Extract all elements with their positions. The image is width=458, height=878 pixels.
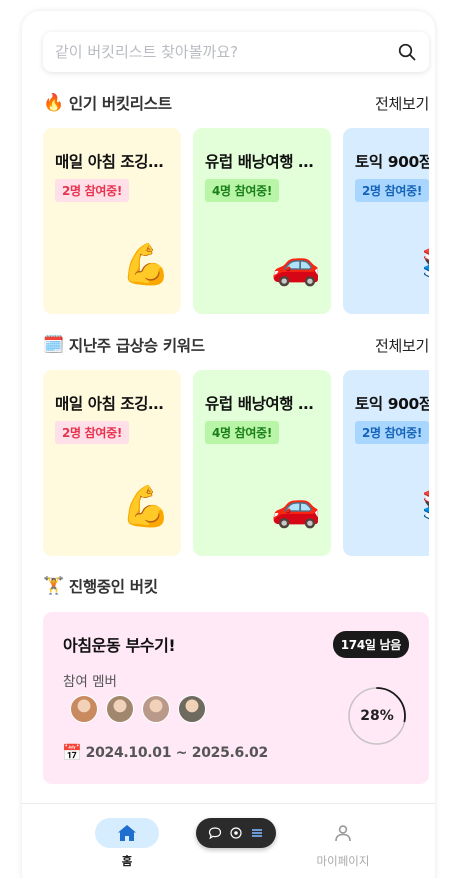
in-progress-title-text: 진행중인 버킷 xyxy=(68,578,158,596)
bucket-card-emoji-icon: 📚 xyxy=(421,241,429,288)
dday-badge: 174일 남음 xyxy=(332,631,409,658)
nav-home-label: 홈 xyxy=(121,854,133,868)
bucket-card-title: 유럽 배낭여행 가기 xyxy=(205,153,319,171)
progress-percent: 28% xyxy=(360,708,394,724)
period-text: 2024.10.01 ~ 2025.6.02 xyxy=(85,744,269,761)
rising-section-header: 🗓️ 지난주 급상승 키워드 전체보기 xyxy=(43,333,429,357)
fire-icon: 🔥 xyxy=(43,93,64,113)
participants-badge: 4명 참여중! xyxy=(205,421,280,444)
member-avatars xyxy=(70,695,206,723)
chat-bubble-icon[interactable] xyxy=(207,825,223,841)
bucket-period: 📅 2024.10.01 ~ 2025.6.02 xyxy=(62,743,268,762)
participants-badge: 4명 참여중! xyxy=(205,179,280,202)
participants-badge: 2명 참여중! xyxy=(55,179,130,202)
eye-comment-icon[interactable] xyxy=(228,825,244,841)
search-icon[interactable] xyxy=(397,42,417,62)
search-bar[interactable] xyxy=(43,32,429,72)
rising-title-text: 지난주 급상승 키워드 xyxy=(68,337,205,355)
participants-badge: 2명 참여중! xyxy=(55,421,130,444)
popular-title-text: 인기 버킷리스트 xyxy=(68,95,172,113)
participants-badge: 2명 참여중! xyxy=(355,421,429,444)
popular-section-header: 🔥 인기 버킷리스트 전체보기 xyxy=(43,91,429,115)
calendar-date-icon: 📅 xyxy=(62,743,82,762)
rising-see-all-link[interactable]: 전체보기 xyxy=(375,335,429,356)
avatar xyxy=(106,695,134,723)
bucket-card-title: 매일 아침 조깅하기 xyxy=(55,395,169,413)
in-progress-bucket-card[interactable]: 아침운동 부수기! 174일 남음 참여 멤버 28% 📅 2024.10.01… xyxy=(43,612,429,784)
popular-see-all-link[interactable]: 전체보기 xyxy=(375,93,429,114)
bucket-card-emoji-icon: 🚗 xyxy=(271,242,321,288)
bucket-card-emoji-icon: 🚗 xyxy=(271,484,321,530)
app-screen: 🔥 인기 버킷리스트 전체보기 매일 아침 조깅하기 2명 참여중! 💪 유럽 배낭여… xyxy=(22,11,435,878)
bucket-card-emoji-icon: 💪 xyxy=(121,242,171,288)
bucket-card-title: 유럽 배낭여행 가기 xyxy=(205,395,319,413)
bucket-card[interactable]: 유럽 배낭여행 가기 4명 참여중! 🚗 xyxy=(193,128,331,314)
nav-mypage-label: 마이페이지 xyxy=(316,854,370,868)
bucket-card-title: 매일 아침 조깅하기 xyxy=(55,153,169,171)
bucket-card-emoji-icon: 💪 xyxy=(121,484,171,530)
person-icon xyxy=(328,818,358,848)
popular-card-list[interactable]: 매일 아침 조깅하기 2명 참여중! 💪 유럽 배낭여행 가기 4명 참여중! 🚗 토익 9… xyxy=(43,128,429,314)
menu-list-icon[interactable] xyxy=(249,825,265,841)
avatar xyxy=(70,695,98,723)
home-icon xyxy=(118,825,136,841)
nav-home[interactable]: 홈 xyxy=(87,818,167,869)
search-input[interactable] xyxy=(55,43,397,61)
bucket-card[interactable]: 유럽 배낭여행 가기 4명 참여중! 🚗 xyxy=(193,370,331,556)
weightlifting-icon: 🏋️ xyxy=(43,576,64,596)
bucket-card[interactable]: 매일 아침 조깅하기 2명 참여중! 💪 xyxy=(43,370,181,556)
participants-badge: 2명 참여중! xyxy=(355,179,429,202)
floating-toolbar[interactable] xyxy=(196,818,276,848)
bucket-card-emoji-icon: 📚 xyxy=(421,483,429,530)
avatar xyxy=(142,695,170,723)
calendar-icon: 🗓️ xyxy=(43,335,64,355)
members-label: 참여 멤버 xyxy=(63,674,117,690)
in-progress-section-title: 🏋️ 진행중인 버킷 xyxy=(43,575,158,597)
bucket-card[interactable]: 토익 900점 2명 참여중! 📚 xyxy=(343,370,429,556)
bucket-card-title: 토익 900점 xyxy=(355,395,429,413)
nav-mypage[interactable]: 마이페이지 xyxy=(303,818,383,869)
bucket-card[interactable]: 매일 아침 조깅하기 2명 참여중! 💪 xyxy=(43,128,181,314)
popular-section-title: 🔥 인기 버킷리스트 xyxy=(43,92,172,114)
home-active-pill[interactable] xyxy=(95,818,159,848)
rising-section-title: 🗓️ 지난주 급상승 키워드 xyxy=(43,334,205,356)
bucket-card[interactable]: 토익 900점 2명 참여중! 📚 xyxy=(343,128,429,314)
rising-card-list[interactable]: 매일 아침 조깅하기 2명 참여중! 💪 유럽 배낭여행 가기 4명 참여중! 🚗 토익 9… xyxy=(43,370,429,556)
bucket-card-title: 토익 900점 xyxy=(355,153,429,171)
avatar xyxy=(178,695,206,723)
in-progress-section-header: 🏋️ 진행중인 버킷 xyxy=(43,574,429,598)
